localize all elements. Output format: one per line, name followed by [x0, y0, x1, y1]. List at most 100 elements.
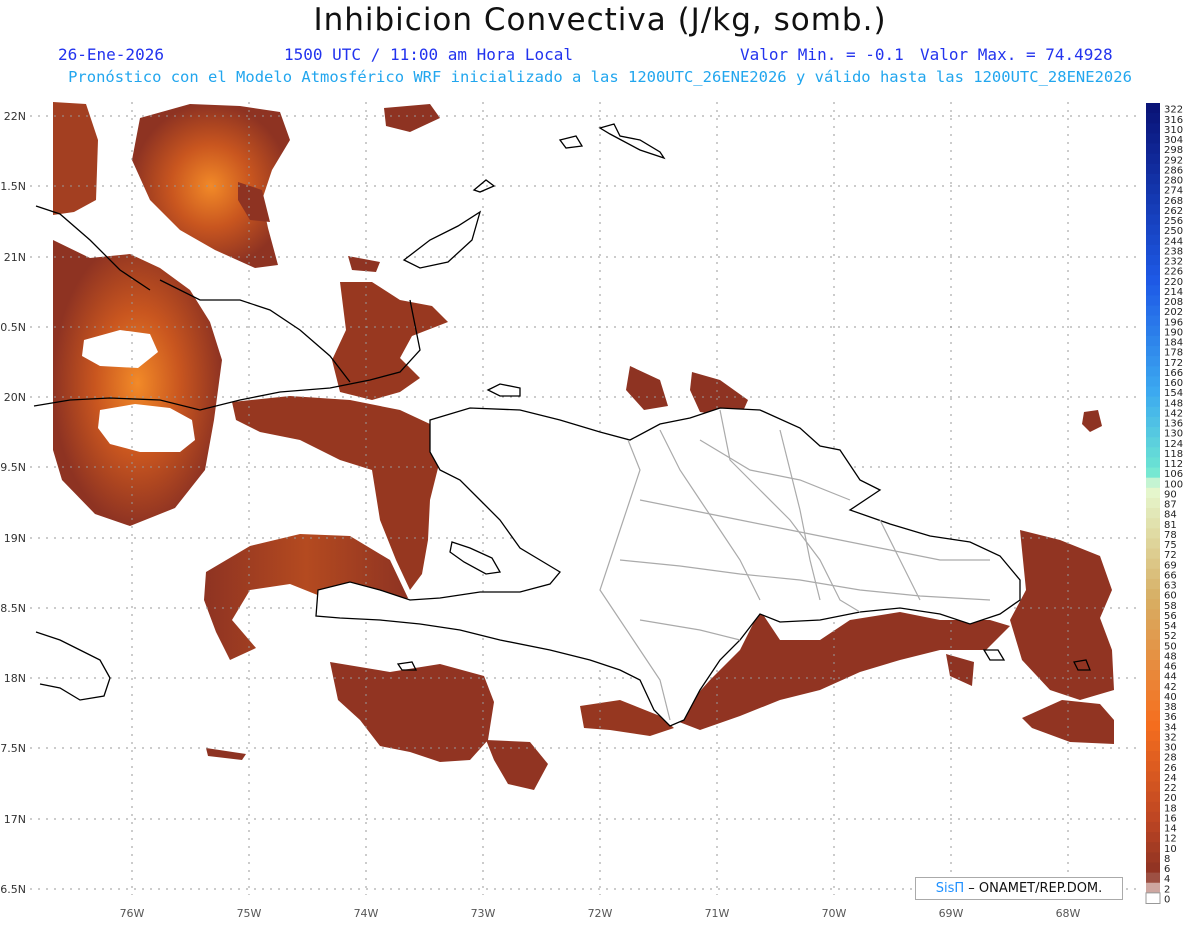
field-small-patch2 [206, 748, 246, 760]
lat-label: 19N [4, 532, 26, 545]
colorbar-swatch [1146, 194, 1160, 205]
colorbar-swatch [1146, 244, 1160, 256]
saona-island [982, 649, 1006, 661]
lon-label: 72W [588, 907, 613, 920]
colorbar-swatch [1146, 710, 1160, 722]
field-south-bank [330, 662, 494, 762]
colorbar-swatch [1146, 720, 1160, 732]
colorbar-swatch [1146, 133, 1160, 145]
field-east-bank-2 [1022, 700, 1114, 744]
colorbar-swatch [1146, 558, 1160, 570]
field-north-bank [132, 104, 290, 268]
colorbar-swatch [1146, 649, 1160, 661]
lat-label: 21N [4, 251, 26, 264]
colorbar-swatch [1146, 518, 1160, 529]
colorbar-swatch [1146, 842, 1160, 853]
colorbar-swatch [1146, 832, 1160, 843]
colorbar-swatch [1146, 315, 1160, 327]
colorbar-swatch [1146, 680, 1160, 691]
jamaica-coast [35, 631, 111, 701]
colorbar-swatch [1146, 497, 1160, 509]
colorbar-swatch [1146, 173, 1160, 185]
bahamas-island-3 [558, 135, 584, 149]
colorbar-swatch [1146, 477, 1160, 489]
colorbar-swatch [1146, 690, 1160, 701]
bahamas-island-4 [598, 123, 666, 160]
lon-label: 75W [237, 907, 262, 920]
lat-labels: 22N 1.5N 21N 0.5N 20N 9.5N 19N 8.5N 18N … [0, 110, 26, 896]
colorbar-swatch [1146, 416, 1160, 428]
colorbar-swatch [1146, 568, 1160, 580]
colorbar-swatch [1146, 508, 1160, 519]
field-northwest-lobe [53, 102, 98, 215]
colorbar-swatch [1146, 123, 1160, 134]
colorbar-swatch [1146, 335, 1160, 347]
colorbar-swatch [1146, 659, 1160, 671]
colorbar-swatch [1146, 801, 1160, 813]
colorbar-swatch [1146, 589, 1160, 600]
colorbar-label: 0 [1164, 895, 1170, 906]
lat-label: 8.5N [0, 602, 26, 615]
tortuga-island [486, 383, 521, 397]
colorbar-swatch [1146, 214, 1160, 226]
colorbar-swatch [1146, 204, 1160, 215]
field-northeast-dot [1082, 410, 1102, 432]
colorbar-swatch [1146, 811, 1160, 823]
colorbar-swatch [1146, 447, 1160, 458]
colorbar-swatch [1146, 740, 1160, 752]
colorbar-swatch [1146, 103, 1160, 114]
sispi-logo: SisΠ [935, 881, 965, 896]
lon-label: 71W [705, 907, 730, 920]
colorbar-swatch [1146, 629, 1160, 641]
colorbar-swatch [1146, 791, 1160, 803]
colorbar-swatch [1146, 153, 1160, 165]
colorbar-swatch [1146, 639, 1160, 651]
lat-label: 22N [4, 110, 26, 123]
colorbar-swatch [1146, 143, 1160, 155]
gonave-island [449, 541, 502, 575]
lon-label: 68W [1056, 907, 1081, 920]
field-small-patch [348, 256, 380, 272]
bahamas-island-2 [472, 179, 496, 193]
colorbar-swatch [1146, 619, 1160, 631]
colorbar-swatch [1146, 599, 1160, 610]
colorbar-swatch [1146, 113, 1160, 124]
colorbar-swatch [1146, 386, 1160, 398]
colorbar-swatch [1146, 700, 1160, 712]
colorbar-swatch [1146, 578, 1160, 590]
lat-label: 17N [4, 813, 26, 826]
lon-label: 69W [939, 907, 964, 920]
colorbar-swatch [1146, 852, 1160, 863]
colorbar-swatch [1146, 670, 1160, 681]
colorbar-swatch [1146, 275, 1160, 286]
lat-label: 0.5N [0, 321, 26, 334]
colorbar-swatch [1146, 538, 1160, 550]
colorbar-swatch [1146, 406, 1160, 418]
colorbar-swatch [1146, 437, 1160, 448]
bahamas-island-1 [402, 210, 482, 269]
colorbar-swatch [1146, 457, 1160, 469]
colorbar-swatch [1146, 295, 1160, 307]
lat-label: 1.5N [0, 180, 26, 193]
field-small-patch4 [384, 104, 440, 132]
credit-box: SisΠ – ONAMET/REP.DOM. [915, 877, 1123, 900]
field-west-gulf [53, 240, 222, 526]
cin-map: 22N 1.5N 21N 0.5N 20N 9.5N 19N 8.5N 18N … [0, 102, 1183, 920]
lat-label: 6.5N [0, 883, 26, 896]
colorbar-swatch [1146, 528, 1160, 539]
colorbar-swatch [1146, 356, 1160, 367]
colorbar-swatch [1146, 882, 1160, 894]
colorbar-swatch [1146, 376, 1160, 388]
colorbar-swatch [1146, 862, 1160, 874]
colorbar-swatch [1146, 609, 1160, 620]
colorbar: 3223163103042982922862802742682622562502… [1145, 103, 1183, 906]
field-small-patch3 [946, 654, 974, 686]
lat-label: 7.5N [0, 742, 26, 755]
colorbar-swatch [1146, 771, 1160, 782]
colorbar-swatch [1146, 730, 1160, 742]
colorbar-swatch [1146, 254, 1160, 266]
lon-label: 70W [822, 907, 847, 920]
lon-label: 74W [354, 907, 379, 920]
colorbar-swatch [1146, 366, 1160, 377]
field-north-coast-patch2 [626, 366, 668, 410]
